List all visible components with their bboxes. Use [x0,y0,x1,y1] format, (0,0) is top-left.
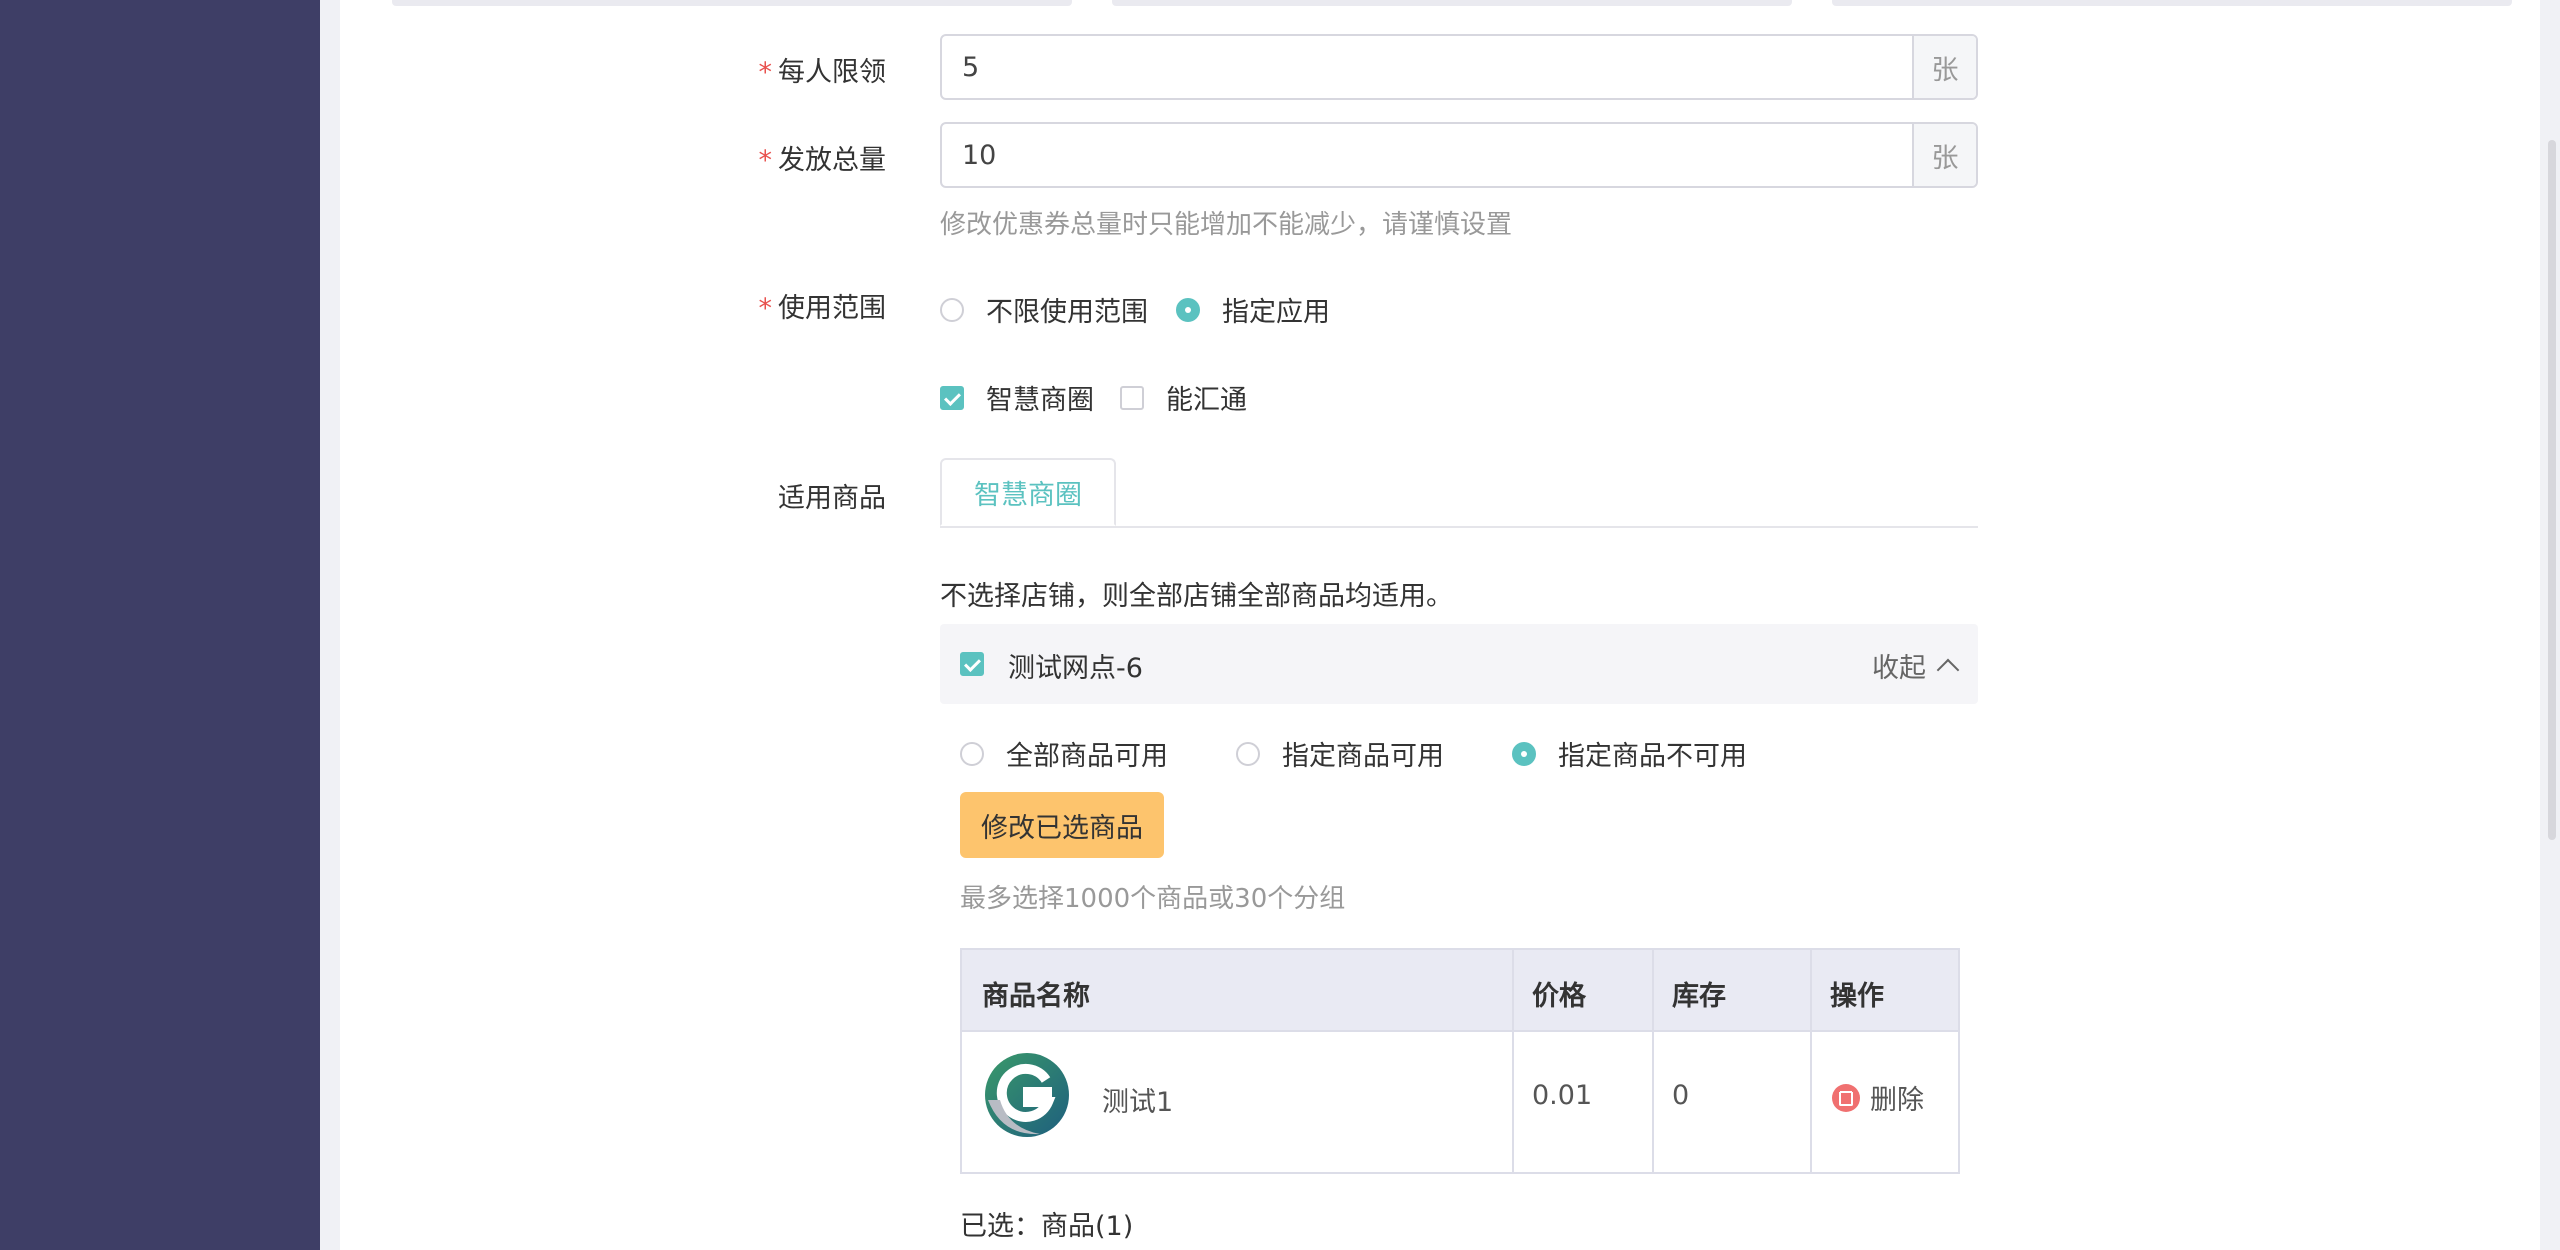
goods-limit-hint: 最多选择1000个商品或30个分组 [960,884,1346,914]
goods-option-all[interactable]: 全部商品可用 [960,734,1168,773]
sidebar [0,0,320,1250]
radio-selected-icon[interactable] [1176,297,1200,322]
scope-option-label: 指定应用 [1222,297,1330,328]
app-label: 能汇通 [1166,385,1247,416]
tab-zhihui-shangquan[interactable]: 智慧商圈 [940,458,1116,526]
per-person-limit-value[interactable]: 5 [942,36,1912,98]
delete-button[interactable]: 删除 [1832,1078,1924,1117]
divider [1810,950,1812,1172]
delete-label: 删除 [1870,1085,1924,1116]
goods-option-label: 全部商品可用 [1006,741,1168,772]
top-strip [1112,0,1792,6]
divider [1512,950,1514,1172]
top-strip [1832,0,2512,6]
radio-icon[interactable] [1236,741,1260,766]
goods-note: 不选择店铺，则全部店铺全部商品均适用。 [940,581,1453,612]
app-checkbox-zhihui[interactable]: 智慧商圈 [940,378,1094,417]
product-stock: 0 [1672,1080,1690,1111]
header-action: 操作 [1830,981,1884,1012]
page-scrollbar[interactable] [2548,140,2556,840]
radio-icon[interactable] [940,297,964,322]
checkbox-icon[interactable] [1120,385,1144,410]
shop-row: 测试网点-6 收起 [940,624,1978,704]
collapse-label: 收起 [1872,653,1926,684]
goods-table: 商品名称 价格 库存 操作 测试1 0.01 0 删除 [960,948,1960,1174]
goods-option-specified[interactable]: 指定商品可用 [1236,734,1444,773]
header-price: 价格 [1532,981,1586,1012]
divider [962,1030,1958,1032]
total-issue-field[interactable]: 10 张 [940,122,1978,188]
header-stock: 库存 [1672,981,1726,1012]
total-issue-hint: 修改优惠券总量时只能增加不能减少，请谨慎设置 [940,210,1513,240]
radio-icon[interactable] [960,741,984,766]
chevron-up-icon [1936,658,1960,681]
table-header: 商品名称 价格 库存 操作 [962,950,1958,1030]
top-strip [392,0,1072,6]
collapse-toggle[interactable]: 收起 [1872,646,1960,685]
header-name: 商品名称 [982,981,1090,1012]
goods-tabs: 智慧商圈 [940,458,1978,528]
scope-option-label: 不限使用范围 [986,297,1148,328]
per-person-limit-field[interactable]: 5 张 [940,34,1978,100]
shop-name: 测试网点-6 [1008,653,1143,684]
product-logo-icon [985,1053,1069,1137]
goods-option-label: 指定商品可用 [1282,741,1444,772]
per-person-limit-label: * 每人限领 [758,57,887,88]
goods-option-label: 指定商品不可用 [1558,741,1747,772]
product-price: 0.01 [1532,1080,1593,1111]
scope-option-specified[interactable]: 指定应用 [1176,290,1330,329]
product-name: 测试1 [1102,1087,1174,1118]
total-issue-unit: 张 [1912,124,1976,186]
shop-checkbox-icon[interactable] [960,652,984,676]
selected-summary: 已选：商品(1) [960,1211,1134,1242]
radio-selected-icon[interactable] [1512,741,1536,766]
total-issue-label: * 发放总量 [758,145,887,176]
trash-icon [1832,1083,1860,1112]
goods-label: 适用商品 [778,483,886,514]
checkbox-checked-icon[interactable] [940,385,964,410]
app-label: 智慧商圈 [986,385,1094,416]
scope-option-unlimited[interactable]: 不限使用范围 [940,290,1148,329]
modify-selected-goods-button[interactable]: 修改已选商品 [960,792,1164,858]
goods-option-excluded[interactable]: 指定商品不可用 [1512,734,1747,773]
per-person-limit-unit: 张 [1912,36,1976,98]
total-issue-value[interactable]: 10 [942,124,1912,186]
app-checkbox-nenghuitong[interactable]: 能汇通 [1120,378,1247,417]
scope-label: * 使用范围 [758,293,887,324]
divider [1652,950,1654,1172]
